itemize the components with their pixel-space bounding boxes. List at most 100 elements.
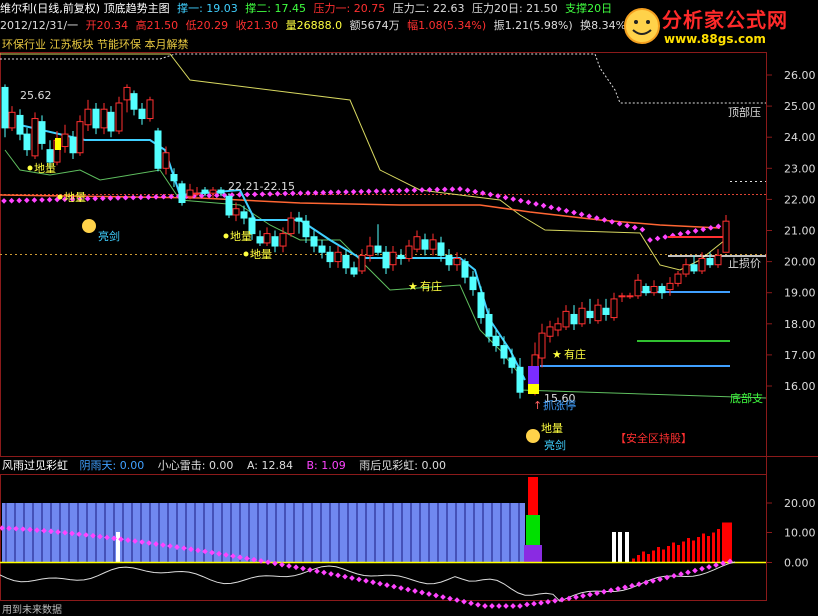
support1-value: 19.03	[206, 2, 238, 15]
pressure20-value: 21.50	[526, 2, 558, 15]
quote-date: 2012/12/31/一	[0, 19, 79, 32]
rainbow-bar	[637, 555, 640, 563]
dot-marker	[350, 188, 357, 195]
dot-marker	[388, 187, 395, 194]
candle-body	[46, 149, 54, 163]
safe-zone-label: 【安全区持股】	[615, 431, 692, 445]
dot-marker	[297, 190, 304, 196]
candle-body	[263, 233, 271, 244]
rainbow-bar	[717, 529, 720, 563]
price-tick-label: 26.00	[784, 69, 816, 82]
rainbow-bar	[667, 546, 670, 563]
rainbow-bar	[677, 545, 680, 563]
candle-body	[318, 245, 326, 253]
candle-body	[154, 130, 162, 169]
sub-tick-label: 0.00	[784, 557, 809, 570]
sub-dot-marker	[475, 601, 481, 608]
candle-body	[658, 285, 666, 294]
sub-dot-marker	[342, 573, 348, 580]
sub-title[interactable]: 风雨过见彩虹	[2, 459, 68, 472]
bottom-support-label: 底部支	[730, 391, 763, 405]
dot-marker	[137, 194, 144, 201]
sub-dot-marker	[601, 588, 607, 595]
candle-body	[310, 236, 318, 247]
candle-body	[682, 264, 690, 275]
dot-marker	[685, 229, 691, 236]
rainbow-bar	[672, 542, 675, 563]
sub-dot-marker	[391, 583, 397, 590]
candle-body	[674, 273, 682, 284]
candle-body	[397, 254, 405, 259]
candle-body	[634, 279, 642, 297]
sub-dot-marker	[405, 586, 411, 593]
dot-marker	[692, 228, 699, 234]
white-bar	[116, 532, 120, 562]
sub-dot-marker	[314, 568, 320, 575]
sub-dot-marker	[433, 592, 439, 599]
candle-body	[115, 102, 123, 132]
sector-info: 环保行业 江苏板块 节能环保 本月解禁	[2, 38, 189, 51]
dilang-dot-2	[57, 194, 63, 200]
sub-dot-marker	[629, 582, 635, 589]
support2-value: 17.45	[274, 2, 307, 15]
purple-block	[524, 545, 542, 562]
candle-body	[84, 108, 92, 126]
star-icon-1: ★	[408, 280, 418, 293]
dot-marker	[647, 237, 653, 243]
dilang-dot-4	[243, 251, 249, 257]
dot-marker	[145, 194, 152, 200]
candle-body	[225, 195, 233, 216]
candle-body	[594, 304, 602, 322]
dot-marker	[525, 199, 532, 206]
dilang-label-3: 地量	[230, 230, 252, 243]
candle-body	[421, 239, 429, 250]
yin-value: 0.00	[119, 459, 145, 472]
sub-dot-marker	[664, 574, 670, 581]
candle-body	[413, 236, 421, 250]
rainbow-bar	[682, 541, 685, 563]
rainbow-bar	[707, 536, 710, 563]
dot-marker	[8, 197, 15, 204]
yin-label: 阴雨天:	[79, 459, 117, 472]
rainbow-bar	[692, 540, 695, 563]
candle-body	[16, 114, 24, 135]
candle-body	[279, 233, 287, 247]
dot-marker	[441, 186, 448, 193]
dilang-label-1: 地量	[34, 162, 56, 175]
sub-dot-marker	[412, 588, 418, 594]
quote-amount: 额5674万	[349, 19, 400, 32]
candle-body	[358, 254, 366, 272]
a-label: A:	[246, 459, 258, 472]
top-pressure-label: 顶部压	[728, 105, 761, 119]
candle-body	[690, 264, 698, 272]
high-price-label: 25.62	[20, 89, 52, 102]
price-tick-label: 20.00	[784, 256, 816, 269]
main-chart[interactable]: 26.00 25.00 24.00 23.00 22.00 21.00 20.00 19.00…	[0, 0, 818, 614]
a-value: 12.84	[261, 459, 293, 472]
candle-body	[578, 307, 586, 325]
smiley-icon-1	[82, 219, 96, 233]
sub-dot-marker	[489, 603, 495, 609]
candle-body	[186, 189, 194, 197]
sub-dot-marker	[321, 569, 327, 576]
dot-marker	[403, 187, 410, 194]
logo-brand: 分析家公式网	[662, 8, 788, 32]
pressure1-value: 20.75	[353, 2, 386, 15]
dilang-label-2: 地量	[64, 191, 86, 204]
candle-body	[350, 267, 358, 275]
candle-body	[429, 239, 437, 250]
dot-marker	[510, 196, 517, 202]
chart-title[interactable]: 维尔利(日线,前复权) 顶底趋势主图	[0, 2, 170, 15]
yellow-marker	[528, 384, 539, 394]
sub-dot-marker	[398, 585, 404, 591]
dot-marker	[39, 197, 45, 203]
sub-dot-marker	[307, 567, 313, 573]
dot-marker	[122, 194, 129, 201]
sub-dot-marker	[328, 571, 334, 577]
dot-marker	[365, 188, 372, 195]
candle-body	[256, 236, 264, 244]
candle-body	[69, 136, 77, 154]
dot-marker	[540, 202, 547, 209]
rainbow-value: 0.00	[421, 459, 446, 472]
sub-dot-marker	[482, 603, 488, 609]
